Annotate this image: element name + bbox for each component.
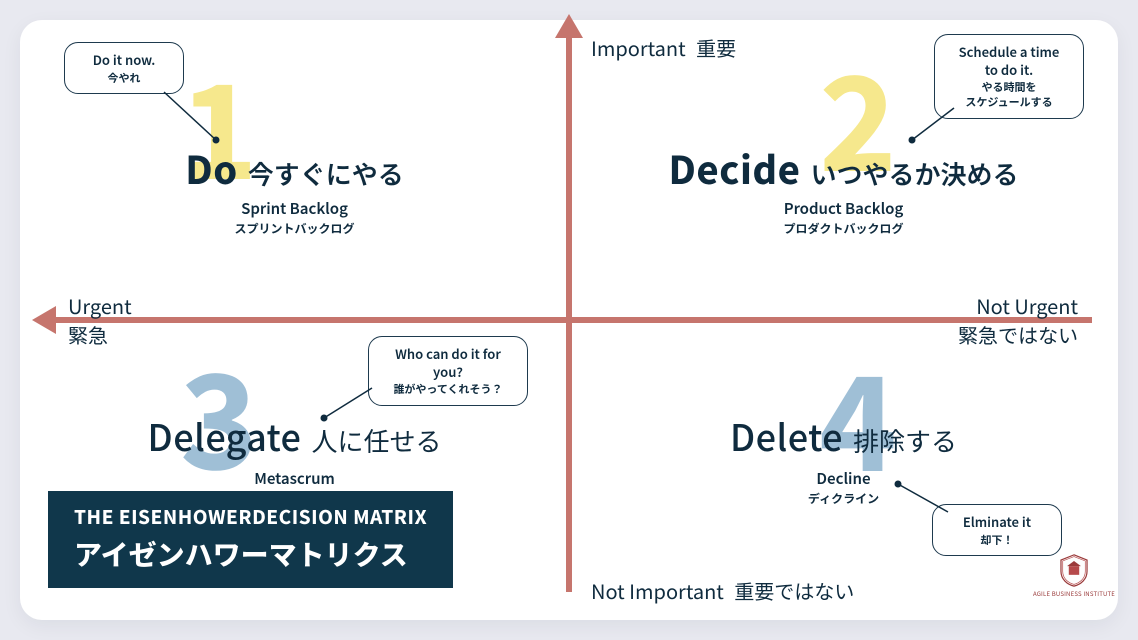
institute-badge-caption: AGILE BUSINESS INSTITUTE [1033, 589, 1115, 598]
quadrant-do-title: Do 今すぐにやる [20, 140, 569, 195]
diagram-title-tag: THE EISENHOWERDECISION MATRIX アイゼンハワーマトリ… [48, 491, 453, 588]
quadrant-delegate-sub-en: Metascrum [20, 468, 569, 490]
callout-delete-jp: 却下！ [949, 533, 1045, 548]
callout-do-jp: 今やれ [81, 71, 167, 86]
quadrant-delete-sub-en: Decline [569, 468, 1118, 490]
quadrant-do-sub-jp: スプリントバックログ [20, 220, 569, 237]
quadrant-delete: 4 Delete 排除する Decline ディクライン Elminate it… [569, 320, 1118, 620]
quadrant-do-title-en: Do [185, 140, 237, 195]
quadrant-decide-title-jp: いつやるか決める [810, 155, 1018, 192]
quadrant-do-title-jp: 今すぐにやる [248, 155, 404, 192]
matrix-card: Important 重要 Not Important 重要ではない Urgent… [20, 20, 1118, 620]
connector-line-icon [160, 88, 220, 148]
quadrant-delegate-title-en: Delegate [148, 410, 302, 462]
callout-decide-jp: やる時間をスケジュールする [951, 80, 1067, 110]
quadrant-do-subtitle: Sprint Backlog スプリントバックログ [20, 198, 569, 237]
diagram-title-jp: アイゼンハワーマトリクス [74, 534, 427, 574]
callout-do: Do it now. 今やれ [64, 42, 184, 94]
callout-delegate: Who can do it for you? 誰がやってくれそう？ [368, 336, 528, 406]
diagram-title-en: THE EISENHOWERDECISION MATRIX [74, 503, 427, 530]
callout-delegate-jp: 誰がやってくれそう？ [385, 382, 511, 397]
quadrant-delete-title-en: Delete [730, 410, 843, 462]
institute-badge-icon: AGILE BUSINESS INSTITUTE [1056, 554, 1092, 598]
connector-line-icon [892, 480, 952, 520]
quadrant-delete-title-jp: 排除する [853, 422, 957, 459]
quadrant-delegate-title-jp: 人に任せる [311, 422, 441, 459]
connector-line-icon [908, 104, 958, 144]
quadrant-decide-sub-jp: プロダクトバックログ [569, 220, 1118, 237]
quadrant-decide-sub-en: Product Backlog [569, 198, 1118, 220]
quadrant-delegate-title: Delegate 人に任せる [20, 410, 569, 462]
quadrant-delete-subtitle: Decline ディクライン [569, 468, 1118, 507]
callout-decide-en: Schedule a time to do it. [951, 43, 1067, 78]
quadrant-decide-subtitle: Product Backlog プロダクトバックログ [569, 198, 1118, 237]
quadrant-decide-title-en: Decide [669, 140, 801, 195]
quadrant-do: 1 Do 今すぐにやる Sprint Backlog スプリントバックログ Do… [20, 20, 569, 320]
quadrant-delete-title: Delete 排除する [569, 410, 1118, 462]
connector-line-icon [320, 384, 376, 424]
callout-do-en: Do it now. [81, 51, 167, 69]
quadrant-decide: 2 Decide いつやるか決める Product Backlog プロダクトバ… [569, 20, 1118, 320]
quadrant-decide-title: Decide いつやるか決める [569, 140, 1118, 195]
quadrant-do-sub-en: Sprint Backlog [20, 198, 569, 220]
callout-delete-en: Elminate it [949, 513, 1045, 531]
callout-delegate-en: Who can do it for you? [385, 345, 511, 380]
